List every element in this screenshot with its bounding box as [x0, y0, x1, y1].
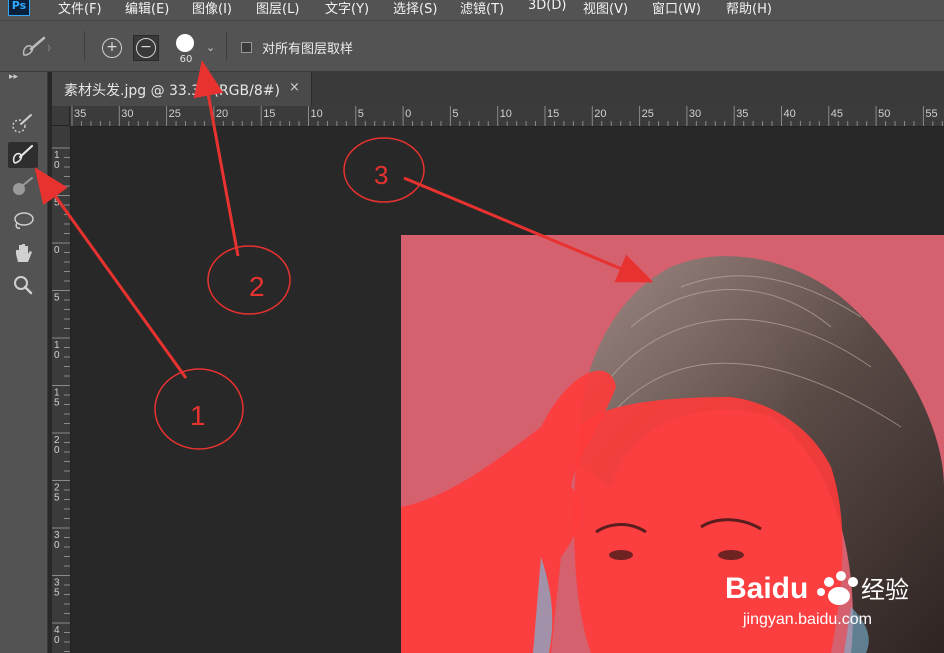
annotation-3: 3: [343, 137, 654, 283]
annotation-overlay: 1 2 3: [34, 60, 654, 450]
annotation-number: 2: [249, 271, 265, 302]
annotation-number: 1: [190, 400, 206, 431]
annotation-2: 2: [193, 60, 291, 315]
annotation-number: 3: [374, 160, 388, 190]
annotation-1: 1: [34, 167, 244, 450]
